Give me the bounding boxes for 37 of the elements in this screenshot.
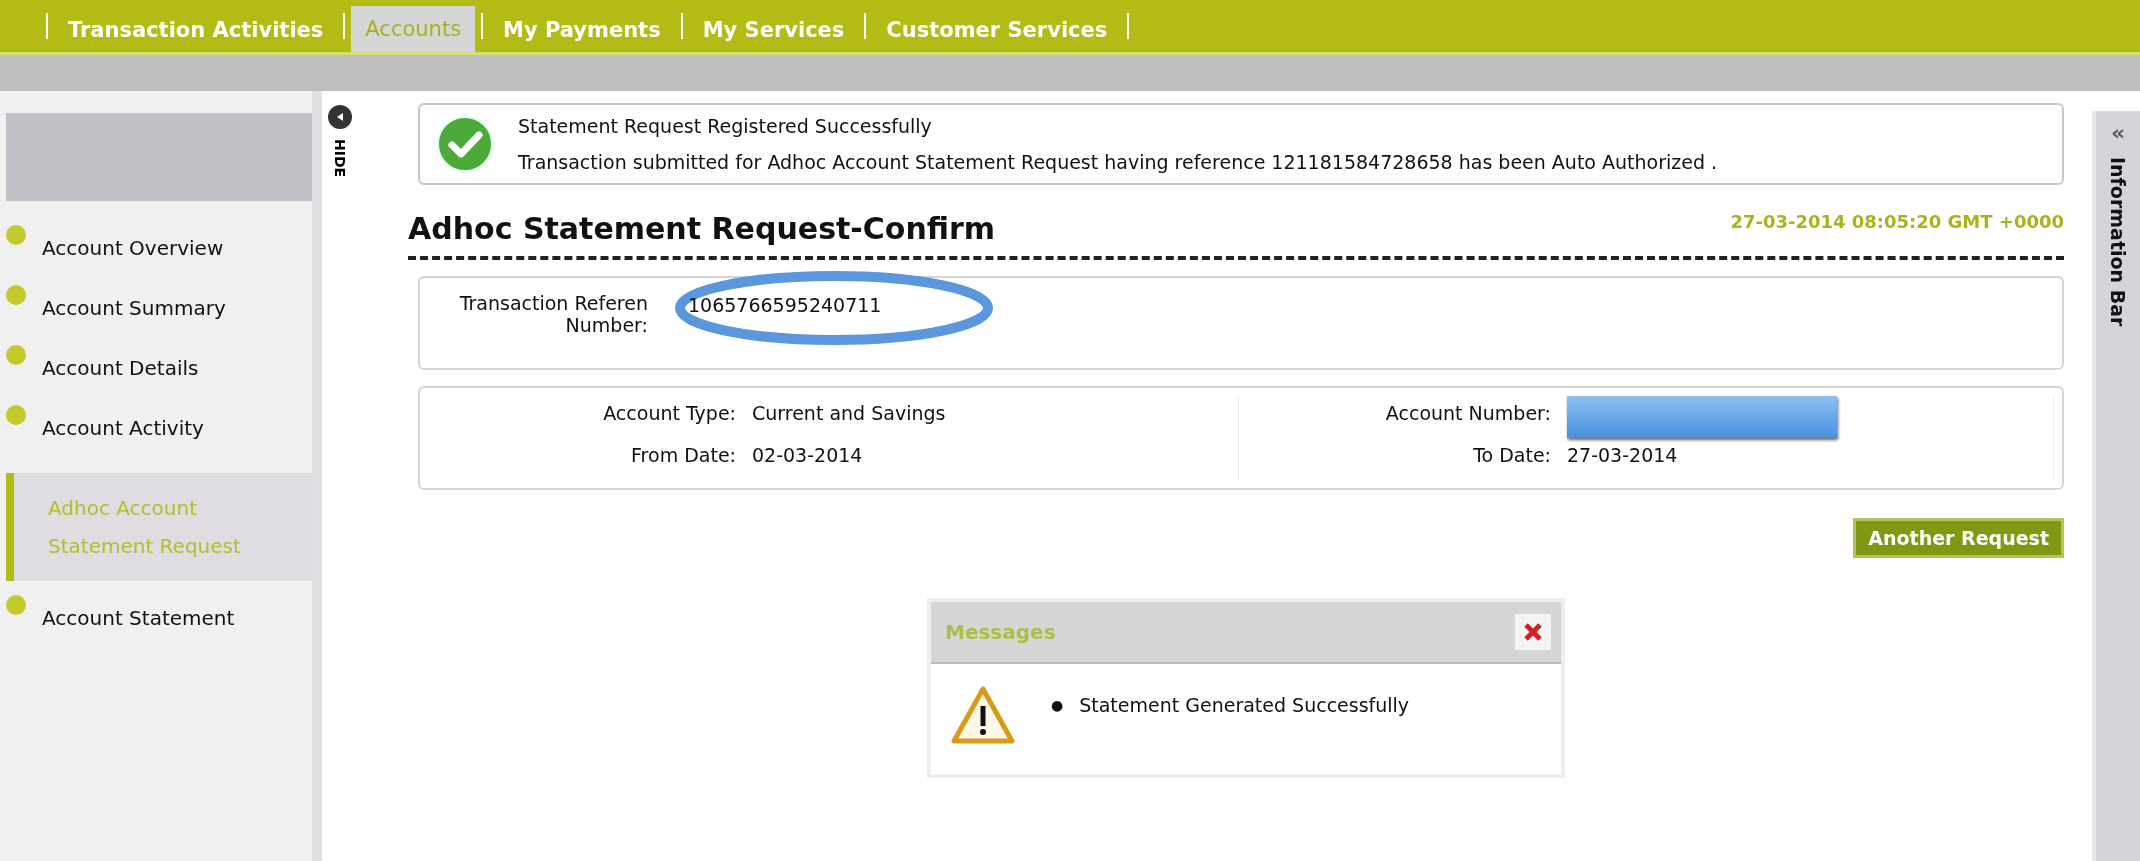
field-label: To Date: (1472, 443, 1552, 468)
success-title: Statement Request Registered Successfully (518, 115, 933, 137)
expand-toggle[interactable]: « (2110, 121, 2126, 145)
sidebar-item[interactable]: Account Details (6, 343, 312, 393)
close-icon (1523, 622, 1543, 642)
field-label: From Date: (630, 443, 737, 468)
field-label: Account Type: (602, 401, 737, 426)
sidebar-item[interactable]: Account Activity (6, 403, 312, 453)
bullet-icon (6, 345, 26, 365)
bullet-icon (6, 405, 26, 425)
sidebar-item[interactable]: Account Statement (6, 593, 312, 643)
field-label: Account Number: (1384, 401, 1552, 426)
sidebar-item[interactable]: Account Overview (6, 223, 312, 273)
collapse-button[interactable] (328, 105, 352, 129)
dialog-title: Messages (945, 620, 1056, 644)
page-title: Adhoc Statement Request-Confirm (408, 211, 996, 246)
message-text: Statement Generated Successfully (1079, 693, 1410, 718)
check-icon (436, 115, 494, 173)
field-label: Transaction Referen (458, 292, 648, 314)
field-value: 27-03-2014 (1559, 438, 2054, 480)
sidebar-item[interactable]: Account Summary (6, 283, 312, 333)
field-label: Number: (564, 314, 648, 336)
bullet: ● (1051, 696, 1064, 715)
success-message: Transaction submitted for Adhoc Account Statement Request having reference 121181584728658 has been Auto Authorized . (518, 151, 1718, 173)
close-button[interactable] (1515, 614, 1551, 650)
field-value: Current and Savings (744, 396, 1239, 438)
timestamp: 27-03-2014 08:05:20 GMT +0000 (1730, 211, 2064, 232)
bullet-icon (6, 285, 26, 305)
another-request-button[interactable]: Another Request (1853, 518, 2064, 558)
field-value: 02-03-2014 (744, 438, 1239, 480)
field-value: 1065766595240711 (688, 294, 882, 316)
warning-icon (951, 686, 1015, 744)
information-bar-label[interactable]: Information Bar (2107, 157, 2129, 327)
hide-label[interactable]: HIDE (332, 139, 348, 178)
triangle-icon (335, 112, 345, 122)
bullet-icon (6, 595, 26, 615)
bullet-icon (6, 225, 26, 245)
